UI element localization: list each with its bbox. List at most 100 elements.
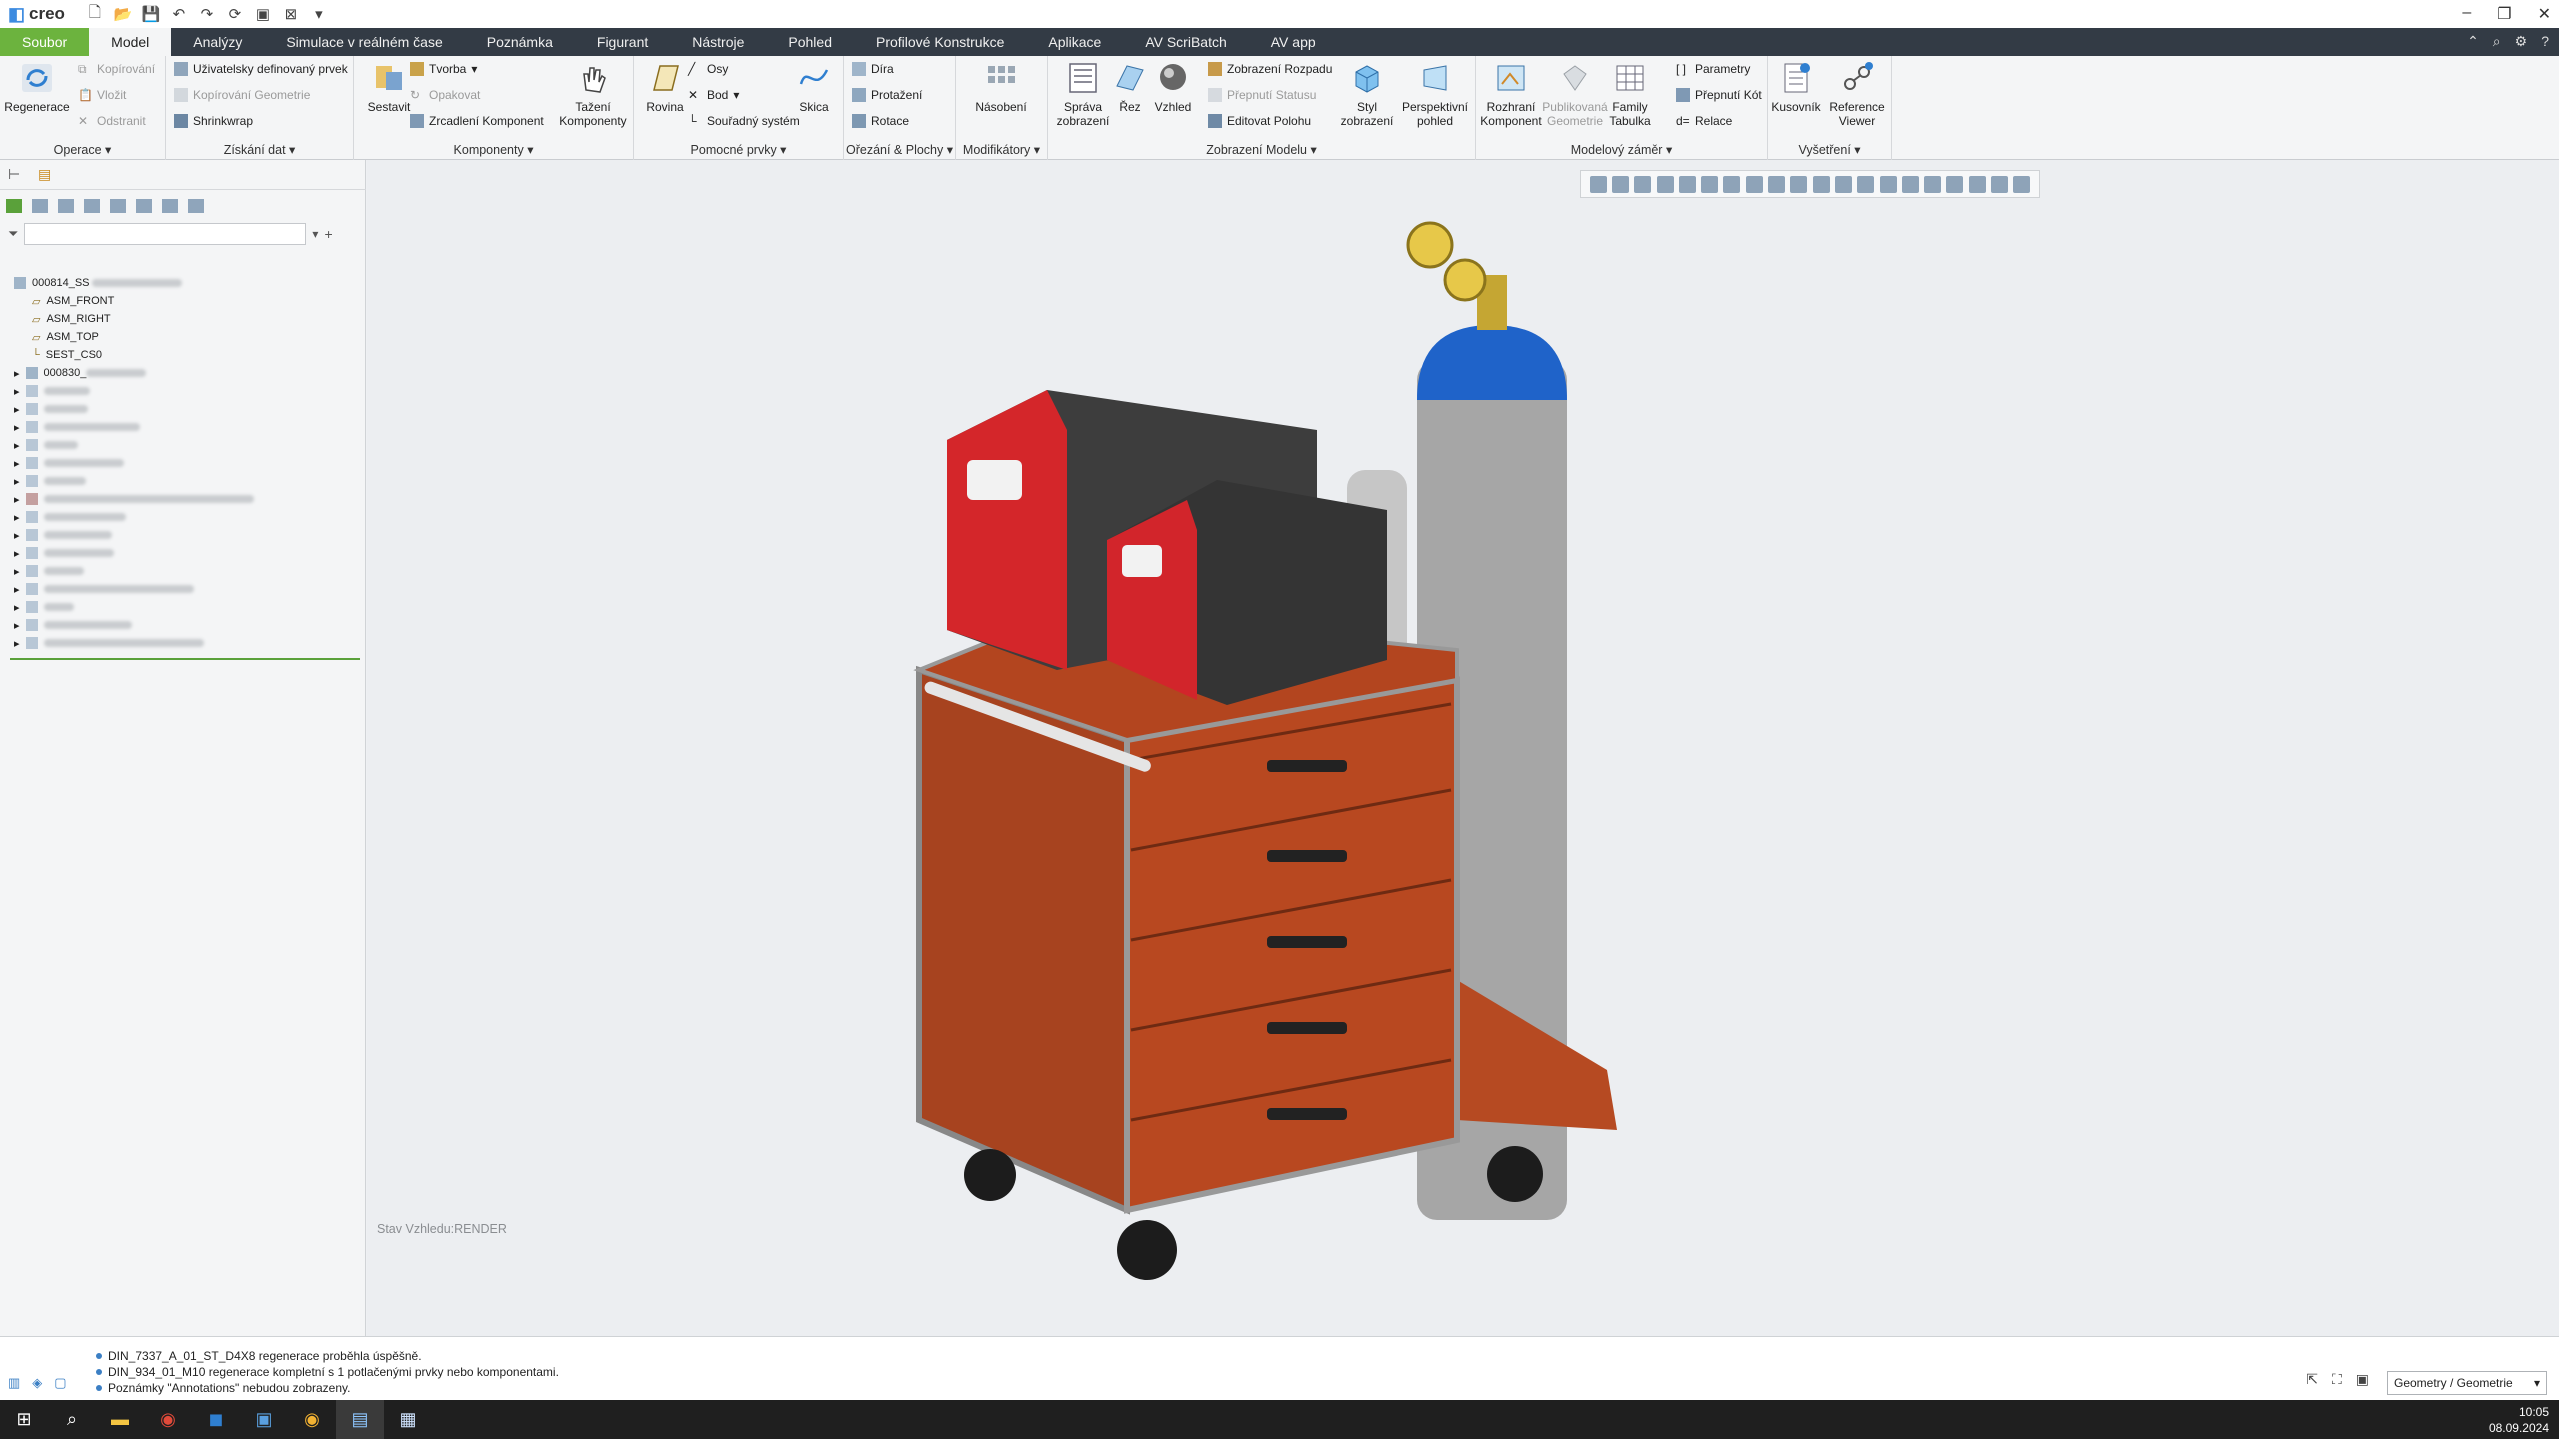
tab-profilove[interactable]: Profilové Konstrukce — [854, 28, 1026, 56]
tree-item-hidden[interactable]: ▸ — [0, 544, 366, 562]
search-options-icon[interactable]: ▾ — [312, 227, 318, 241]
tree-item-hidden[interactable]: ▸ — [0, 382, 366, 400]
tab-av-scribatch[interactable]: AV ScriBatch — [1123, 28, 1248, 56]
customize-qat-icon[interactable]: ▾ — [309, 5, 329, 23]
expand-arrow-icon[interactable]: ▸ — [14, 511, 20, 524]
expand-arrow-icon[interactable]: ▸ — [14, 619, 20, 632]
group-label-pomocne[interactable]: Pomocné prvky ▾ — [634, 142, 843, 157]
family-tabulka-button[interactable]: Family Tabulka — [1602, 60, 1658, 128]
expand-arrow-icon[interactable]: ▸ — [14, 421, 20, 434]
kopirovani-geometrie-button[interactable]: Kopírování Geometrie — [174, 88, 310, 102]
show-icon[interactable] — [162, 199, 178, 213]
tvorba-button[interactable]: Tvorba ▾ — [410, 62, 477, 76]
tree-item-hidden[interactable]: ▸ — [0, 490, 366, 508]
drawer-handle[interactable] — [1267, 936, 1347, 948]
group-label-operace[interactable]: Operace ▾ — [0, 142, 165, 157]
selection-mode-icon[interactable]: ⇱ — [2306, 1371, 2318, 1388]
prepnuti-statusu-button[interactable]: Přepnutí Statusu — [1208, 88, 1316, 102]
kopirovani-button[interactable]: ⧉ Kopírování — [78, 62, 155, 76]
file-explorer-icon[interactable]: ▬ — [96, 1400, 144, 1439]
dira-button[interactable]: Díra — [852, 62, 894, 76]
group-label-modifikatory[interactable]: Modifikátory ▾ — [956, 142, 1047, 157]
tab-analyzy[interactable]: Analýzy — [171, 28, 264, 56]
graphics-viewport[interactable]: Stav Vzhledu:RENDER — [367, 160, 2559, 1336]
save-icon[interactable]: 💾 — [141, 5, 161, 23]
selection-filter-dropdown[interactable]: Geometry / Geometrie ▾ — [2387, 1371, 2547, 1395]
tree-settings-icon[interactable] — [84, 199, 100, 213]
collapse-ribbon-icon[interactable]: ⌃ — [2467, 33, 2479, 50]
rez-button[interactable]: Řez — [1106, 60, 1154, 114]
tree-search-input[interactable] — [24, 223, 307, 245]
undo-icon[interactable]: ↶ — [169, 5, 189, 23]
app-icon[interactable]: ▣ — [240, 1400, 288, 1439]
tab-figurant[interactable]: Figurant — [575, 28, 670, 56]
tree-item-asm-right[interactable]: ▱ ASM_RIGHT — [0, 310, 366, 328]
tree-root[interactable]: 000814_SS — [0, 274, 366, 292]
folder-browser-tab-icon[interactable]: ▤ — [38, 166, 51, 183]
opakovat-button[interactable]: ↻ Opakovat — [410, 88, 480, 102]
protazeni-button[interactable]: Protažení — [852, 88, 922, 102]
tree-item-sest-cs0[interactable]: └ SEST_CS0 — [0, 346, 366, 364]
tree-item-hidden[interactable]: ▸ — [0, 400, 366, 418]
add-icon[interactable]: + — [324, 226, 332, 242]
windows-start-icon[interactable]: ⊞ — [0, 1400, 48, 1439]
expand-icon[interactable] — [188, 199, 204, 213]
search-icon[interactable]: ⌕ — [2493, 33, 2501, 50]
expand-arrow-icon[interactable]: ▸ — [14, 583, 20, 596]
group-label-zobrazeni[interactable]: Zobrazení Modelu ▾ — [1048, 142, 1475, 157]
toggle-navigator-icon[interactable]: ▥ — [8, 1375, 20, 1391]
app-icon[interactable]: ▦ — [384, 1400, 432, 1439]
outlook-icon[interactable]: ◼ — [192, 1400, 240, 1439]
tab-pohled[interactable]: Pohled — [766, 28, 854, 56]
tazeni-komponenty-button[interactable]: Tažení Komponenty — [558, 60, 628, 128]
kusovnik-button[interactable]: Kusovník — [1764, 60, 1828, 114]
expand-arrow-icon[interactable]: ▸ — [14, 403, 20, 416]
relace-button[interactable]: d= Relace — [1676, 114, 1732, 128]
drawer-handle[interactable] — [1267, 1108, 1347, 1120]
expand-arrow-icon[interactable]: ▸ — [14, 367, 20, 380]
tab-soubor[interactable]: Soubor — [0, 28, 90, 56]
tab-aplikace[interactable]: Aplikace — [1026, 28, 1123, 56]
tab-poznamka[interactable]: Poznámka — [465, 28, 575, 56]
vzhled-button[interactable]: Vzhled — [1148, 60, 1198, 114]
tree-item-hidden[interactable]: ▸ — [0, 526, 366, 544]
tree-item-hidden[interactable]: ▸ — [0, 454, 366, 472]
tab-model[interactable]: Model — [89, 28, 172, 56]
expand-arrow-icon[interactable]: ▸ — [14, 565, 20, 578]
vlozit-button[interactable]: 📋 Vložit — [78, 88, 126, 102]
redo-icon[interactable]: ↷ — [197, 5, 217, 23]
minimize-icon[interactable]: – — [2462, 4, 2471, 24]
chrome-icon[interactable]: ◉ — [144, 1400, 192, 1439]
tree-item-hidden[interactable]: ▸ — [0, 472, 366, 490]
group-label-komponenty[interactable]: Komponenty ▾ — [354, 142, 633, 157]
close-window-icon[interactable]: ⊠ — [281, 5, 301, 23]
system-clock[interactable]: 10:05 08.09.2024 — [2489, 1404, 2549, 1436]
find-icon[interactable]: ⛶ — [2332, 1371, 2342, 1388]
selected-items-icon[interactable]: ▣ — [2356, 1371, 2369, 1388]
expand-arrow-icon[interactable]: ▸ — [14, 601, 20, 614]
styl-zobrazeni-button[interactable]: Styl zobrazení — [1332, 60, 1402, 128]
tab-simulace[interactable]: Simulace v reálném čase — [264, 28, 464, 56]
expand-arrow-icon[interactable]: ▸ — [14, 637, 20, 650]
expand-arrow-icon[interactable]: ▸ — [14, 385, 20, 398]
skica-button[interactable]: Skica — [784, 60, 844, 114]
bod-button[interactable]: ✕ Bod ▾ — [688, 88, 739, 102]
search-icon[interactable]: ⌕ — [48, 1400, 96, 1439]
tree-item-hidden[interactable]: ▸ — [0, 616, 366, 634]
nasobeni-button[interactable]: Násobení — [966, 60, 1036, 114]
drawer-handle[interactable] — [1267, 1022, 1347, 1034]
tree-item-000830[interactable]: ▸ 000830_ — [0, 364, 366, 382]
regenerace-button[interactable]: Regenerace — [2, 60, 72, 114]
zrcadleni-button[interactable]: Zrcadlení Komponent — [410, 114, 544, 128]
shrinkwrap-button[interactable]: Shrinkwrap — [174, 114, 253, 128]
help-icon[interactable]: ? — [2541, 33, 2549, 50]
souradny-system-button[interactable]: └ Souřadný systém — [688, 114, 800, 128]
drawer-handle[interactable] — [1267, 850, 1347, 862]
expand-arrow-icon[interactable]: ▸ — [14, 529, 20, 542]
tree-item-hidden[interactable]: ▸ — [0, 634, 366, 652]
tree-item-hidden[interactable]: ▸ — [0, 436, 366, 454]
prepnuti-kot-button[interactable]: Přepnutí Kót — [1676, 88, 1762, 102]
tree-list-icon[interactable] — [32, 199, 48, 213]
layers-icon[interactable] — [136, 199, 152, 213]
expand-arrow-icon[interactable]: ▸ — [14, 493, 20, 506]
